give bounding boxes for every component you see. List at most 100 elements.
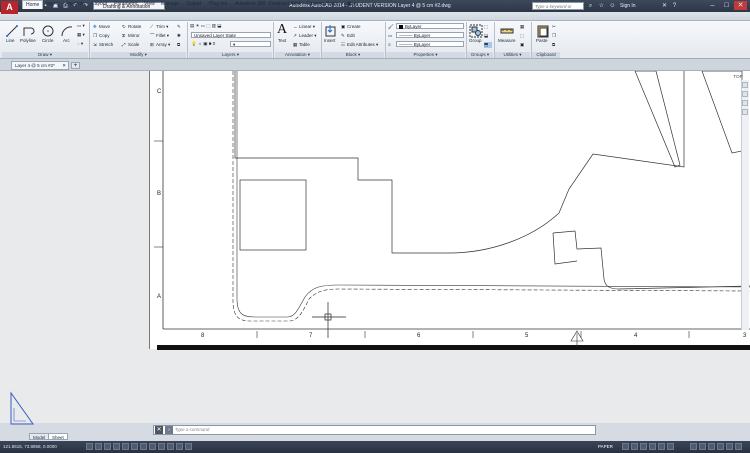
file-tab[interactable]: Layer 4 @ 5 cm #2* ✕ (11, 61, 69, 70)
measure-icon[interactable] (500, 24, 514, 38)
tab-model[interactable]: Model (29, 433, 50, 440)
tab-home[interactable]: Home (22, 0, 44, 9)
ortho-mode-icon[interactable] (104, 443, 111, 450)
layers-panel-title[interactable]: Layers ▾ (189, 52, 272, 58)
tab-sheet[interactable]: Sheet (48, 433, 68, 440)
create-block-button[interactable]: ▣ Create (341, 24, 361, 30)
utilities-panel-title[interactable]: Utilities ▾ (495, 52, 530, 58)
tab-view[interactable]: View (141, 0, 158, 9)
ducs-icon[interactable] (140, 443, 147, 450)
move-button[interactable]: ✥ Move (93, 24, 110, 30)
snap-mode-icon[interactable] (86, 443, 93, 450)
clipboard-panel-title[interactable]: Clipboard (532, 52, 560, 58)
tab-insert[interactable]: Insert (43, 0, 62, 9)
polyline-button[interactable]: Polyline (20, 38, 36, 44)
lock-icon[interactable] (699, 443, 706, 450)
pan-status-icon[interactable] (640, 443, 647, 450)
rectangle-icon[interactable]: ▭ ▾ (77, 23, 85, 29)
groups-panel-title[interactable]: Groups ▾ (467, 52, 493, 58)
minimize-button[interactable]: – (706, 1, 719, 10)
application-menu-button[interactable]: A (1, 1, 18, 14)
linetype-dropdown[interactable]: ——— ByLayer (396, 32, 464, 38)
quick-view-layouts-icon[interactable] (622, 443, 629, 450)
tab-featured-apps[interactable]: Featured Apps (266, 0, 305, 9)
table-button[interactable]: ▦ Table (293, 42, 310, 48)
status-bar-menu-icon[interactable] (726, 443, 733, 450)
quick-view-drawings-icon[interactable] (631, 443, 638, 450)
calculator-icon[interactable]: ▣ (520, 42, 524, 48)
object-snap-icon[interactable] (122, 443, 129, 450)
pan-icon[interactable] (742, 91, 748, 97)
insert-button[interactable]: Insert (324, 38, 335, 44)
object-snap-tracking-icon[interactable] (131, 443, 138, 450)
color-dropdown[interactable]: ByLayer (396, 23, 464, 29)
maximize-button[interactable]: □ (720, 1, 733, 10)
hardware-acceleration-icon[interactable] (708, 443, 715, 450)
polar-tracking-icon[interactable] (113, 443, 120, 450)
command-prompt-icon[interactable]: › (165, 426, 173, 434)
search-input[interactable]: Type a keyword or phrase (532, 2, 584, 16)
tab-parametric[interactable]: Parametric (111, 0, 141, 9)
polyline-icon[interactable] (22, 24, 36, 38)
paste-button[interactable]: Paste (536, 38, 548, 44)
close-tab-icon[interactable]: ✕ (62, 62, 66, 70)
fillet-button[interactable]: ⌒ Fillet ▾ (150, 33, 169, 39)
layer-dropdown-arrow[interactable]: ▾ (230, 41, 271, 47)
hatch-icon[interactable]: ▦ ▾ (77, 32, 85, 38)
tab-plug-ins[interactable]: Plug-ins (206, 0, 230, 9)
ribbon-minimize-toggle[interactable]: ▣ ▾ (344, 0, 359, 9)
measure-button[interactable]: Measure (498, 38, 516, 44)
stretch-button[interactable]: ⇲ Stretch (93, 42, 113, 48)
tab-layout[interactable]: Layout (89, 0, 110, 9)
tab-output[interactable]: Output (183, 0, 204, 9)
cut-icon[interactable]: ✂ (552, 24, 556, 30)
trim-button[interactable]: ⟋ Trim ▾ (150, 24, 168, 30)
leader-button[interactable]: ↗ Leader ▾ (293, 33, 317, 39)
model-paper-toggle[interactable]: PAPER (598, 443, 618, 451)
quick-properties-icon[interactable] (176, 443, 183, 450)
showmotion-icon[interactable] (667, 443, 674, 450)
draw-panel-title[interactable]: Draw ▾ (2, 52, 88, 58)
search-icon[interactable]: ⌕ (586, 2, 595, 10)
text-icon[interactable]: A (277, 23, 287, 37)
group-icon[interactable] (469, 24, 483, 38)
coordinate-readout[interactable]: 121.8615, 73.8858, 0.0000 (3, 443, 83, 451)
edit-attributes-button[interactable]: ☷ Edit Attributes ▾ (341, 42, 378, 48)
copy-with-basepoint-icon[interactable]: ⧉ (552, 42, 555, 48)
grid-display-icon[interactable] (95, 443, 102, 450)
zoom-icon[interactable] (742, 100, 748, 106)
new-tab-button[interactable]: + (71, 62, 80, 69)
line-icon[interactable] (5, 24, 19, 38)
clean-screen-icon[interactable] (735, 443, 742, 450)
text-button[interactable]: Text (278, 38, 286, 44)
circle-icon[interactable] (41, 24, 55, 38)
offset-icon[interactable]: ⧉ (177, 42, 180, 48)
quick-select-icon[interactable]: ▦ (520, 24, 524, 30)
command-line-close-icon[interactable]: ✕ (155, 426, 163, 434)
steering-wheel-status-icon[interactable] (658, 443, 665, 450)
layer-properties-icon[interactable]: ▤ ☀ ▭ ⬚ ▥ ⬓ (190, 23, 222, 29)
tab-express-tools[interactable]: Express Tools (304, 0, 341, 9)
dynamic-input-icon[interactable] (149, 443, 156, 450)
group-selection-icon[interactable]: ⬒ (484, 42, 492, 48)
navigation-bar[interactable] (741, 80, 749, 330)
tab-manage[interactable]: Manage (158, 0, 182, 9)
exchange-icon[interactable]: ✕ (660, 2, 669, 10)
erase-icon[interactable]: ✎ (177, 24, 181, 30)
lineweight-dropdown[interactable]: ——— ByLayer (396, 41, 464, 47)
arc-button[interactable]: Arc (63, 38, 70, 44)
linear-button[interactable]: ↔ Linear ▾ (293, 24, 315, 30)
insert-block-icon[interactable] (324, 24, 338, 38)
steering-wheel-icon[interactable] (742, 82, 748, 88)
close-button[interactable]: ✕ (734, 1, 747, 10)
help-icon[interactable]: ? (670, 2, 679, 10)
sign-in-button[interactable]: Sign In (620, 2, 650, 10)
arc-icon[interactable] (60, 24, 74, 38)
lineweight-toggle-icon[interactable] (158, 443, 165, 450)
circle-button[interactable]: Circle (42, 38, 54, 44)
array-button[interactable]: ⊞ Array ▾ (150, 42, 170, 48)
select-all-icon[interactable]: ⬚ (520, 33, 524, 39)
scale-button[interactable]: ⤢ Scale (122, 42, 139, 48)
region-icon[interactable]: ◌ ▾ (77, 41, 83, 47)
block-panel-title[interactable]: Block ▾ (322, 52, 384, 58)
